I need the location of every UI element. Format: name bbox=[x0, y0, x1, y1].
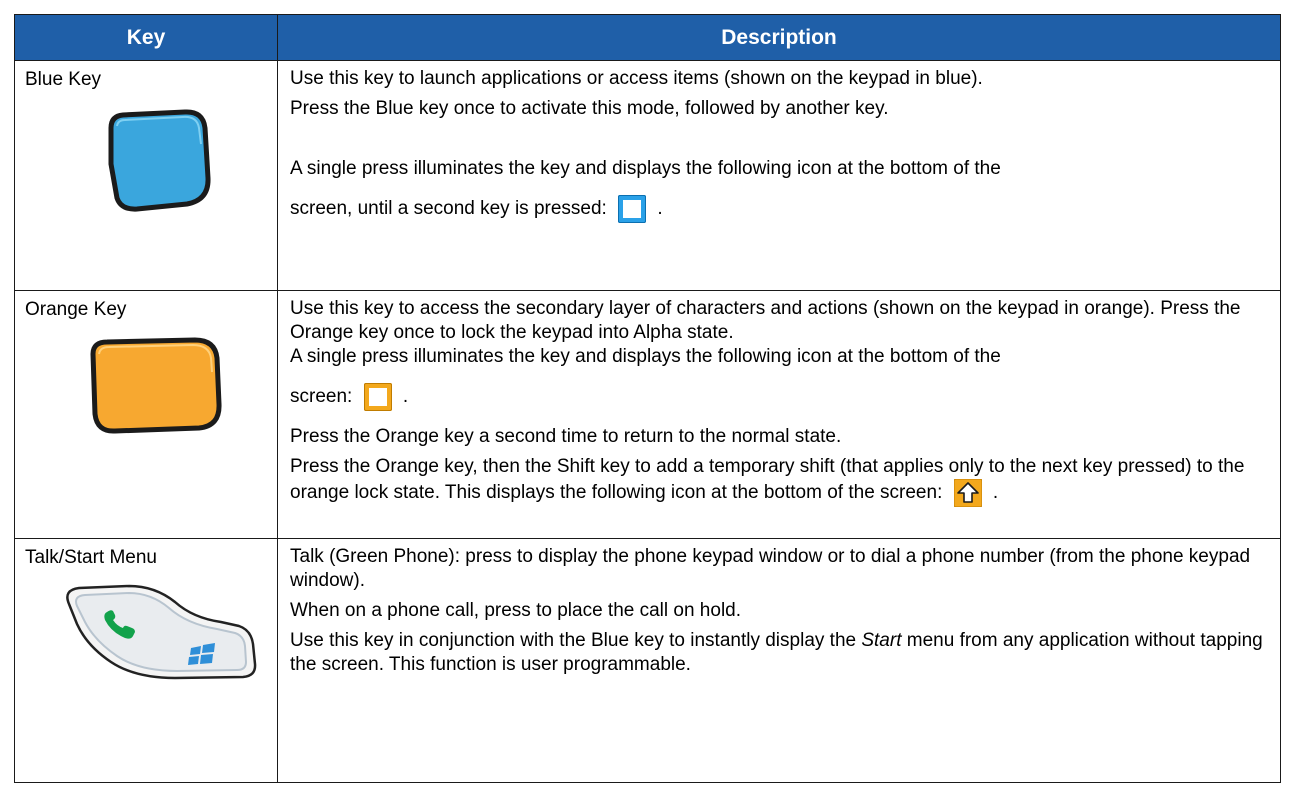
description-line: Press the Orange key a second time to re… bbox=[290, 426, 842, 447]
key-name: Blue Key bbox=[25, 69, 102, 90]
description-line: screen, until a second key is pressed: . bbox=[290, 187, 1268, 231]
description-line: Press the Blue key once to activate this… bbox=[290, 98, 889, 119]
description-line: A single press illuminates the key and d… bbox=[290, 346, 1001, 367]
orange-key-icon bbox=[90, 337, 222, 434]
key-name: Talk/Start Menu bbox=[25, 547, 157, 568]
description-cell: Use this key to access the secondary lay… bbox=[277, 290, 1281, 539]
description-text: Use this key in conjunction with the Blu… bbox=[290, 630, 862, 651]
description-line: A single press illuminates the key and d… bbox=[290, 158, 1001, 179]
blue-mode-indicator-icon bbox=[618, 194, 647, 223]
description-line: screen: . bbox=[290, 375, 1268, 419]
orange-shift-indicator-icon bbox=[953, 479, 982, 507]
key-cell: Orange Key bbox=[14, 290, 278, 539]
start-menu-term: Start bbox=[861, 630, 902, 651]
keypad-keys-table: Key Description Blue Key Use this key to… bbox=[14, 14, 1281, 783]
table-header-row: Key Description bbox=[14, 14, 1281, 61]
key-cell: Talk/Start Menu bbox=[14, 538, 278, 783]
description-text: . bbox=[402, 386, 409, 407]
table-row: Blue Key Use this key to launch applicat… bbox=[14, 60, 1281, 291]
key-name: Orange Key bbox=[25, 299, 127, 320]
description-text: . bbox=[657, 198, 663, 219]
table-row: Orange Key Use this key to access the se… bbox=[14, 290, 1281, 539]
description-line: Use this key in conjunction with the Blu… bbox=[290, 629, 1268, 677]
orange-mode-indicator-icon bbox=[363, 382, 392, 411]
description-text: Press the Orange key, then the Shift key… bbox=[290, 456, 1245, 504]
description-text: . bbox=[992, 482, 999, 504]
description-text: screen, until a second key is pressed: bbox=[290, 198, 607, 219]
description-text: screen: bbox=[290, 386, 353, 407]
talk-start-key-icon bbox=[66, 584, 257, 680]
header-description: Description bbox=[277, 14, 1281, 61]
description-cell: Use this key to launch applications or a… bbox=[277, 60, 1281, 291]
blue-key-icon bbox=[108, 109, 211, 212]
description-line: Use this key to launch applications or a… bbox=[290, 68, 983, 89]
table-row: Talk/Start Menu Talk (Green Phone): pres… bbox=[14, 538, 1281, 783]
description-line: When on a phone call, press to place the… bbox=[290, 600, 742, 621]
description-line: Use this key to access the secondary lay… bbox=[290, 298, 1241, 343]
description-cell: Talk (Green Phone): press to display the… bbox=[277, 538, 1281, 783]
description-line: Talk (Green Phone): press to display the… bbox=[290, 546, 1251, 591]
key-cell: Blue Key bbox=[14, 60, 278, 291]
description-line: Press the Orange key, then the Shift key… bbox=[290, 455, 1268, 507]
header-key: Key bbox=[14, 14, 278, 61]
